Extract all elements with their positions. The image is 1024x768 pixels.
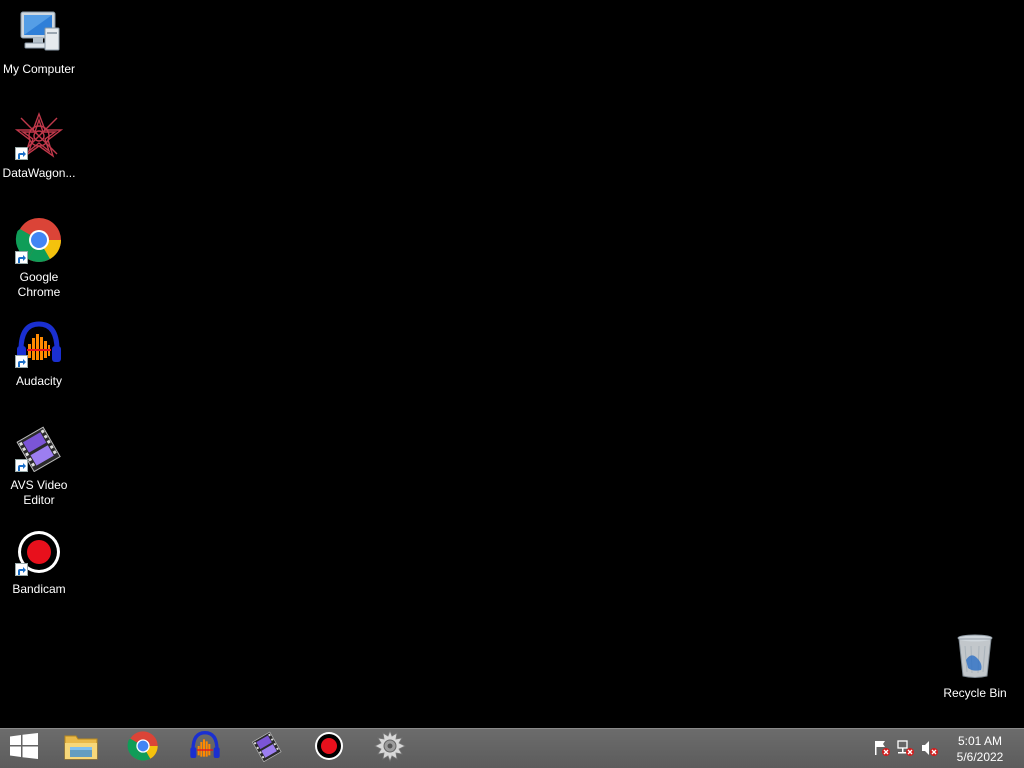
chrome-icon xyxy=(15,216,63,264)
settings-gear-icon xyxy=(374,729,406,767)
avs-video-editor-icon xyxy=(15,424,63,473)
desktop-icon-label: Audacity xyxy=(15,374,63,388)
taskbar-chrome[interactable] xyxy=(120,731,166,766)
volume-muted-icon[interactable] xyxy=(921,739,939,757)
shortcut-arrow-icon xyxy=(15,355,28,368)
desktop-icon-audacity[interactable]: Audacity xyxy=(0,320,78,389)
desktop-icon-google-chrome[interactable]: Google Chrome xyxy=(0,216,78,300)
taskbar-file-explorer[interactable] xyxy=(58,731,104,766)
shortcut-arrow-icon xyxy=(15,459,28,472)
chrome-icon xyxy=(127,730,159,767)
desktop-icon-bandicam[interactable]: Bandicam xyxy=(0,528,78,597)
network-disconnected-icon[interactable] xyxy=(897,739,915,757)
bandicam-icon xyxy=(313,730,345,767)
taskbar-settings[interactable] xyxy=(367,729,413,767)
shortcut-arrow-icon xyxy=(15,563,28,576)
shortcut-arrow-icon xyxy=(15,251,28,264)
audacity-icon xyxy=(188,730,222,767)
taskbar-avs-video-editor[interactable] xyxy=(244,731,290,766)
audacity-icon xyxy=(15,320,63,368)
desktop-icon-label: Google Chrome xyxy=(17,270,61,299)
taskbar: 5:01 AM 5/6/2022 xyxy=(0,728,1024,768)
file-explorer-icon xyxy=(64,731,98,766)
desktop-icon-label: My Computer xyxy=(2,62,76,76)
datawagon-icon xyxy=(14,112,64,160)
desktop: My Computer DataWagon... Google Chrome A… xyxy=(0,0,1024,728)
windows-logo-icon xyxy=(10,733,38,764)
recycle-bin-icon xyxy=(951,632,999,680)
desktop-icon-avs-video-editor[interactable]: AVS Video Editor xyxy=(0,424,78,508)
start-button[interactable] xyxy=(0,729,48,768)
desktop-icon-label: Bandicam xyxy=(12,582,66,596)
clock-date: 5/6/2022 xyxy=(956,750,1004,764)
desktop-icon-recycle-bin[interactable]: Recycle Bin xyxy=(936,632,1014,701)
desktop-icon-label: DataWagon... xyxy=(2,166,76,180)
taskbar-audacity[interactable] xyxy=(182,730,228,767)
computer-icon xyxy=(15,8,63,56)
action-center-flag-icon[interactable] xyxy=(873,739,891,757)
bandicam-icon xyxy=(15,528,63,576)
desktop-icon-label: AVS Video Editor xyxy=(10,478,68,507)
desktop-icon-datawagon[interactable]: DataWagon... xyxy=(0,112,78,181)
desktop-icon-label: Recycle Bin xyxy=(943,686,1007,700)
taskbar-bandicam[interactable] xyxy=(306,731,352,766)
desktop-icon-my-computer[interactable]: My Computer xyxy=(0,8,78,77)
taskbar-clock[interactable]: 5:01 AM 5/6/2022 xyxy=(946,733,1014,765)
clock-time: 5:01 AM xyxy=(957,734,1003,748)
avs-video-editor-icon xyxy=(251,730,283,767)
shortcut-arrow-icon xyxy=(15,147,28,160)
